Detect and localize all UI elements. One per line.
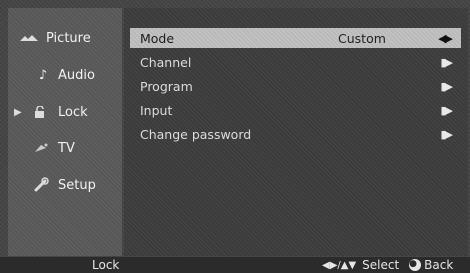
audio-note-icon: ♪ xyxy=(38,67,48,83)
lock-row-channel[interactable]: Channel ▮▶ xyxy=(130,52,461,72)
tv-satellite-icon xyxy=(30,140,52,156)
selected-indicator-icon: ▶ xyxy=(14,106,22,118)
setup-wrench-icon xyxy=(30,177,52,193)
left-right-arrows-icon[interactable]: ◀▶ xyxy=(438,32,453,45)
sidebar: Picture ♪ Audio ▶ Lock TV Setup xyxy=(8,8,122,256)
row-label: Change password xyxy=(140,126,252,142)
row-label: Program xyxy=(140,78,193,94)
sidebar-item-lock[interactable]: ▶ Lock xyxy=(8,100,122,124)
sidebar-item-label: Picture xyxy=(46,30,91,46)
status-title: Lock xyxy=(92,258,120,272)
mode-value: Custom xyxy=(338,30,386,46)
enter-arrow-icon: ▮▶ xyxy=(440,103,452,117)
nav-hint: ◀▶/▲▼ Select ● Back xyxy=(322,258,453,272)
select-hint-label: Select xyxy=(362,258,400,272)
enter-arrow-icon: ▮▶ xyxy=(440,55,452,69)
lock-row-mode[interactable]: Mode Custom ◀▶ xyxy=(130,28,461,48)
back-hint-label[interactable]: Back xyxy=(424,258,453,272)
enter-arrow-icon: ▮▶ xyxy=(440,127,452,141)
lock-row-program[interactable]: Program ▮▶ xyxy=(130,76,461,96)
lock-row-input[interactable]: Input ▮▶ xyxy=(130,100,461,120)
lock-row-change-password[interactable]: Change password ▮▶ xyxy=(130,124,461,144)
picture-icon xyxy=(18,30,40,46)
sidebar-item-label: Audio xyxy=(58,67,95,83)
row-label: Channel xyxy=(140,54,192,70)
sidebar-item-picture[interactable]: Picture xyxy=(8,26,122,50)
status-bar: Lock ◀▶/▲▼ Select ● Back xyxy=(0,257,470,273)
enter-arrow-icon: ▮▶ xyxy=(440,79,452,93)
row-label: Mode xyxy=(140,30,175,46)
lock-icon xyxy=(30,104,52,120)
sidebar-item-audio[interactable]: ♪ Audio xyxy=(8,63,122,87)
sidebar-item-label: Lock xyxy=(58,104,88,120)
sidebar-item-label: TV xyxy=(58,140,75,156)
sidebar-item-setup[interactable]: Setup xyxy=(8,173,122,197)
back-button-icon: ● xyxy=(409,259,422,271)
lock-settings-panel: Mode Custom ◀▶ Channel ▮▶ Program ▮▶ Inp… xyxy=(124,8,468,256)
tv-menu-screen: Picture ♪ Audio ▶ Lock TV Setup Mode Cus… xyxy=(0,0,470,273)
navigation-arrows-icon: ◀▶/▲▼ xyxy=(322,259,357,271)
sidebar-item-tv[interactable]: TV xyxy=(8,136,122,160)
row-label: Input xyxy=(140,102,173,118)
sidebar-item-label: Setup xyxy=(58,177,96,193)
